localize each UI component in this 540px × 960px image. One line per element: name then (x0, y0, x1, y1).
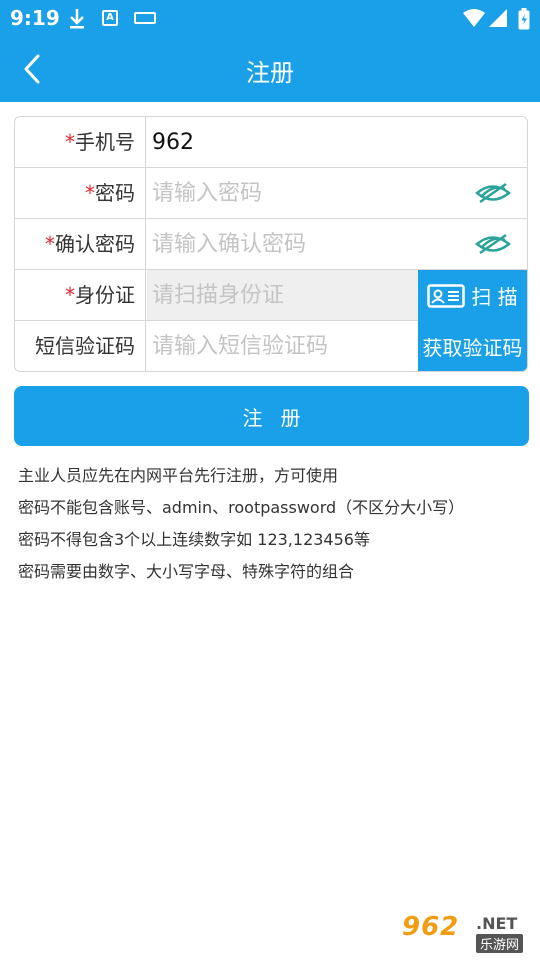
page-title: 注册 (246, 59, 294, 87)
note-line: 密码需要由数字、大小写字母、特殊字符的组合 (18, 562, 355, 581)
register-form: *手机号 *密码 *确认密码 *身份证 扫 描 (14, 116, 528, 372)
eye-hidden-icon[interactable] (475, 180, 511, 206)
scan-button[interactable]: 扫 描 (418, 270, 527, 321)
watermark-logo: 962 .NET 乐游网 (402, 912, 536, 956)
confirm-password-row: *确认密码 (15, 219, 527, 270)
confirm-password-input[interactable] (147, 219, 467, 269)
download-icon (70, 9, 84, 29)
password-label: *密码 (15, 168, 146, 219)
eye-hidden-icon[interactable] (475, 231, 511, 257)
id-card-label: *身份证 (15, 270, 146, 321)
sms-code-row: 短信验证码 获取验证码 (15, 321, 527, 371)
battery-icon (518, 8, 530, 30)
watermark-net: .NET (476, 914, 518, 933)
required-mark: * (65, 130, 75, 154)
required-mark: * (85, 181, 95, 205)
password-input[interactable] (147, 168, 467, 218)
watermark-main: 962 (402, 912, 460, 942)
keyboard-icon (134, 12, 156, 24)
scan-label: 扫 描 (471, 285, 518, 309)
confirm-password-label: *确认密码 (15, 219, 146, 270)
password-rules: 主业人员应先在内网平台先行注册，方可使用 密码不能包含账号、admin、root… (18, 462, 528, 590)
password-row: *密码 (15, 168, 527, 219)
phone-input[interactable] (147, 117, 527, 167)
a-icon: A (102, 10, 118, 26)
note-line: 密码不得包含3个以上连续数字如 123,123456等 (18, 530, 370, 549)
required-mark: * (65, 283, 75, 307)
watermark-sub: 乐游网 (476, 934, 524, 953)
title-bar: 注册 (0, 36, 540, 102)
status-bar: 9:19 A (0, 0, 540, 36)
required-mark: * (45, 232, 55, 256)
status-time: 9:19 (10, 6, 60, 30)
signal-icon (489, 9, 507, 27)
sms-code-label: 短信验证码 (15, 321, 146, 371)
id-card-icon (427, 283, 466, 308)
register-button[interactable]: 注册 (14, 386, 529, 446)
get-code-button[interactable]: 获取验证码 (418, 321, 527, 371)
wifi-icon (463, 9, 485, 27)
id-card-row: *身份证 扫 描 (15, 270, 527, 321)
note-line: 主业人员应先在内网平台先行注册，方可使用 (18, 466, 339, 485)
note-line: 密码不能包含账号、admin、rootpassword（不区分大小写） (18, 498, 465, 517)
phone-label: *手机号 (15, 117, 146, 168)
id-card-input[interactable] (147, 270, 418, 320)
sms-code-input[interactable] (147, 321, 418, 371)
phone-row: *手机号 (15, 117, 527, 168)
